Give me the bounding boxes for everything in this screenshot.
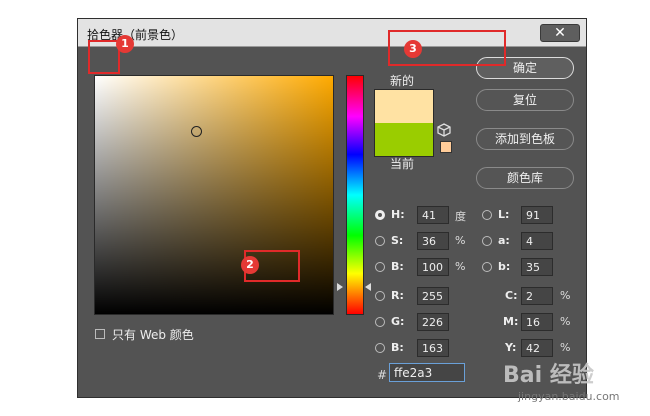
cyan-label: C: bbox=[505, 289, 518, 302]
cyan-input[interactable]: 2 bbox=[521, 287, 553, 305]
radio-saturation[interactable] bbox=[375, 236, 385, 246]
saturation-unit: % bbox=[455, 234, 466, 247]
brightness-unit: % bbox=[455, 260, 466, 273]
close-button[interactable]: ✕ bbox=[540, 24, 580, 42]
websafe-color-swatch[interactable] bbox=[440, 141, 452, 153]
radio-hue[interactable] bbox=[375, 210, 385, 220]
lab-l-input[interactable]: 91 bbox=[521, 206, 553, 224]
cube-icon[interactable] bbox=[437, 123, 451, 137]
current-color-swatch[interactable] bbox=[375, 123, 433, 156]
web-colors-only-checkbox[interactable] bbox=[95, 329, 105, 339]
watermark-url: jingyan.baidu.com bbox=[518, 390, 620, 403]
radio-green[interactable] bbox=[375, 317, 385, 327]
lab-a-input[interactable]: 4 bbox=[521, 232, 553, 250]
add-to-swatches-button[interactable]: 添加到色板 bbox=[476, 128, 574, 150]
brightness-label: B: bbox=[391, 260, 404, 273]
hue-slider-handle-left[interactable] bbox=[337, 283, 343, 291]
saturation-input[interactable]: 36 bbox=[417, 232, 449, 250]
radio-lightness[interactable] bbox=[482, 210, 492, 220]
hue-input[interactable]: 41 bbox=[417, 206, 449, 224]
cyan-unit: % bbox=[560, 289, 571, 302]
lab-b-input[interactable]: 35 bbox=[521, 258, 553, 276]
green-label: G: bbox=[391, 315, 405, 328]
current-color-label: 当前 bbox=[390, 157, 415, 171]
magenta-label: M: bbox=[503, 315, 519, 328]
yellow-label: Y: bbox=[505, 341, 517, 354]
radio-brightness[interactable] bbox=[375, 262, 385, 272]
lab-b-label: b: bbox=[498, 260, 511, 273]
hue-label: H: bbox=[391, 208, 405, 221]
magenta-input[interactable]: 16 bbox=[521, 313, 553, 331]
hex-hash-label: # bbox=[377, 368, 388, 382]
lab-l-label: L: bbox=[498, 208, 510, 221]
title-bar: 拾色器（前景色） ✕ bbox=[78, 19, 586, 47]
new-color-swatch bbox=[375, 90, 433, 123]
hue-slider[interactable] bbox=[346, 75, 364, 315]
hue-slider-handle-right[interactable] bbox=[365, 283, 371, 291]
yellow-unit: % bbox=[560, 341, 571, 354]
annotation-badge-2: 2 bbox=[241, 256, 259, 274]
blue-label: B: bbox=[391, 341, 404, 354]
blue-input[interactable]: 163 bbox=[417, 339, 449, 357]
red-input[interactable]: 255 bbox=[417, 287, 449, 305]
red-label: R: bbox=[391, 289, 404, 302]
color-libraries-button[interactable]: 颜色库 bbox=[476, 167, 574, 189]
color-picker-dialog: 拾色器（前景色） ✕ 新的 当前 确定 复位 添加到色板 颜色库 H: 41 度… bbox=[77, 18, 587, 398]
close-icon: ✕ bbox=[554, 25, 566, 41]
radio-lab-b[interactable] bbox=[482, 262, 492, 272]
watermark-logo: Bai 经验 bbox=[503, 363, 594, 388]
annotation-badge-3: 3 bbox=[404, 40, 422, 58]
hue-unit: 度 bbox=[455, 210, 466, 223]
radio-lab-a[interactable] bbox=[482, 236, 492, 246]
radio-blue[interactable] bbox=[375, 343, 385, 353]
reset-button[interactable]: 复位 bbox=[476, 89, 574, 111]
magenta-unit: % bbox=[560, 315, 571, 328]
color-preview bbox=[374, 89, 434, 157]
field-cursor[interactable] bbox=[191, 126, 202, 137]
web-colors-only-label: 只有 Web 颜色 bbox=[112, 328, 194, 342]
brightness-input[interactable]: 100 bbox=[417, 258, 449, 276]
saturation-label: S: bbox=[391, 234, 404, 247]
annotation-badge-1: 1 bbox=[116, 35, 134, 53]
hex-input[interactable]: ffe2a3 bbox=[389, 363, 465, 382]
green-input[interactable]: 226 bbox=[417, 313, 449, 331]
yellow-input[interactable]: 42 bbox=[521, 339, 553, 357]
lab-a-label: a: bbox=[498, 234, 510, 247]
radio-red[interactable] bbox=[375, 291, 385, 301]
new-color-label: 新的 bbox=[390, 74, 415, 88]
